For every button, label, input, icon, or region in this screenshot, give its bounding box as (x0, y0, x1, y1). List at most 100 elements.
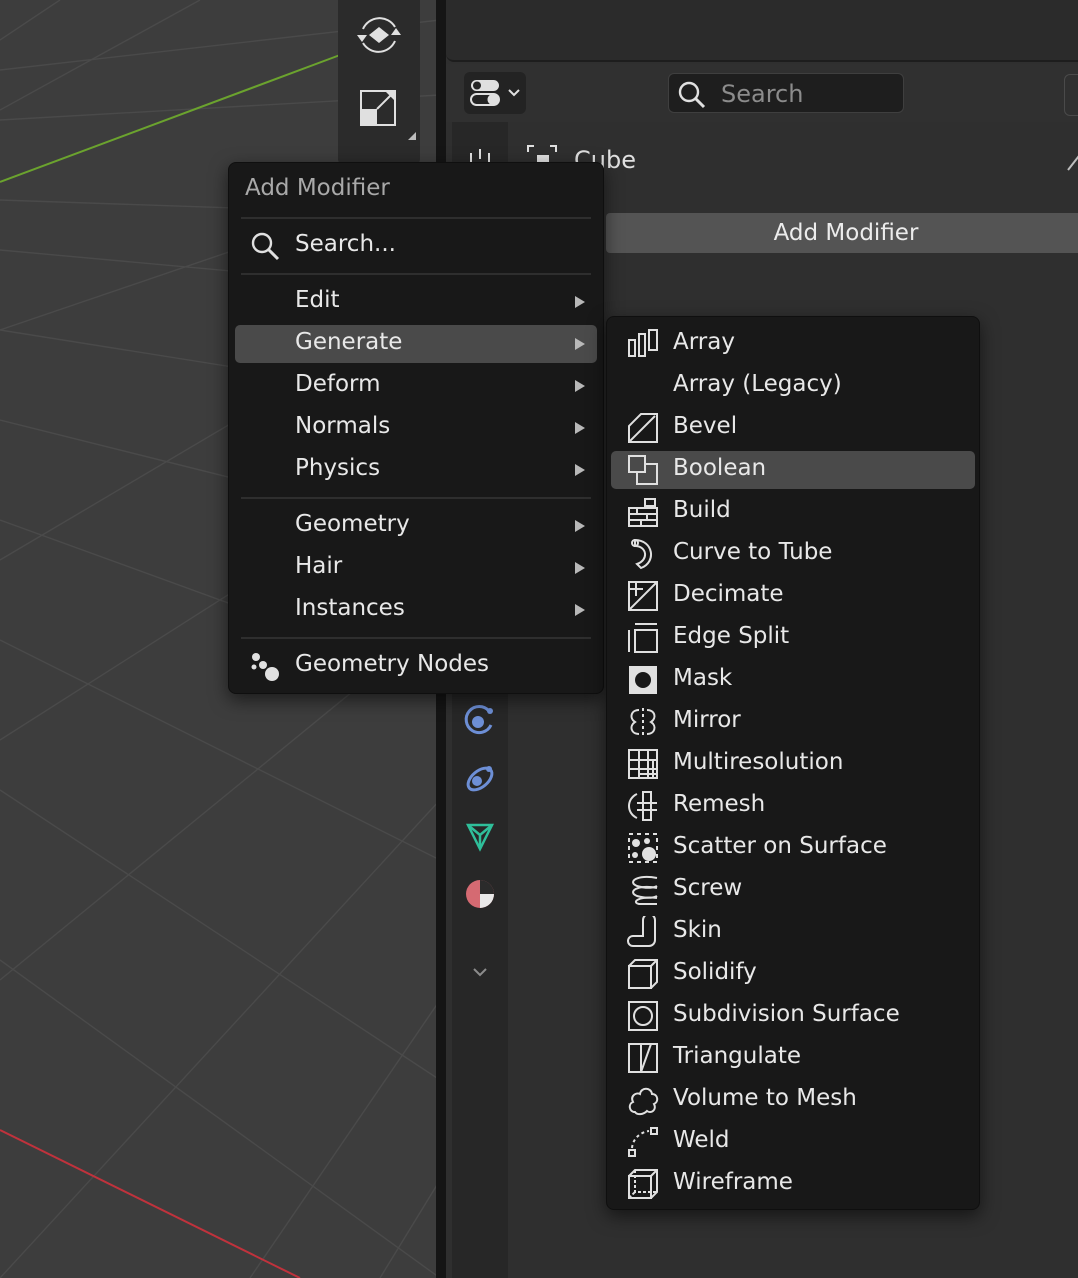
submenu-arrow-icon (575, 380, 585, 392)
scatter-icon (628, 833, 658, 863)
submenu-arrow-icon (575, 338, 585, 350)
modifier-skin[interactable]: Skin (611, 913, 975, 951)
menu-item-label: Generate (295, 329, 403, 355)
modifier-array-legacy[interactable]: Array (Legacy) (611, 367, 975, 405)
modifier-triangulate[interactable]: Triangulate (611, 1039, 975, 1077)
modifier-mirror[interactable]: Mirror (611, 703, 975, 741)
menu-item-deform[interactable]: Deform (235, 367, 597, 405)
menu-item-edit[interactable]: Edit (235, 283, 597, 321)
skin-icon (627, 916, 656, 947)
menu-item-instances[interactable]: Instances (235, 591, 597, 629)
properties-header (446, 64, 1078, 122)
mirror-icon (630, 708, 656, 736)
menu-item-normals[interactable]: Normals (235, 409, 597, 447)
modifier-array[interactable]: Array (611, 325, 975, 363)
properties-editor-icon (470, 80, 500, 106)
modifier-label: Boolean (673, 455, 767, 481)
header-options-button[interactable] (1064, 74, 1078, 116)
menu-item-label: Physics (295, 455, 381, 481)
modifier-label: Remesh (673, 791, 766, 817)
submenu-arrow-icon (575, 562, 585, 574)
toolbar-expand-icon[interactable] (408, 132, 416, 140)
submenu-arrow-icon (575, 464, 585, 476)
search-icon (678, 81, 706, 109)
modifier-label: Wireframe (673, 1169, 793, 1195)
modifier-label: Mask (673, 665, 733, 691)
rotate-tool-icon[interactable] (346, 2, 412, 68)
modifier-weld[interactable]: Weld (611, 1123, 975, 1161)
physics-icon (464, 705, 493, 735)
modifier-screw[interactable]: Screw (611, 871, 975, 909)
menu-title: Add Modifier (245, 175, 390, 201)
modifier-label: Build (673, 497, 731, 523)
geometry-nodes-icon (251, 653, 279, 681)
tabs-expand[interactable] (460, 952, 500, 992)
menu-item-label: Hair (295, 553, 343, 579)
menu-search[interactable]: Search... (235, 227, 597, 265)
modifier-remesh[interactable]: Remesh (611, 787, 975, 825)
decimate-icon (628, 581, 658, 611)
volume-to-mesh-icon (628, 1087, 659, 1116)
modifier-subdivision-surface[interactable]: Subdivision Surface (611, 997, 975, 1035)
menu-search-label: Search... (295, 231, 396, 257)
modifier-label: Triangulate (673, 1043, 802, 1069)
menu-item-label: Geometry Nodes (295, 651, 490, 677)
modifier-label: Scatter on Surface (673, 833, 887, 859)
scale-tool-icon[interactable] (346, 74, 412, 140)
menu-item-geometry-nodes[interactable]: Geometry Nodes (235, 647, 597, 685)
menu-item-geometry[interactable]: Geometry (235, 507, 597, 545)
menu-item-hair[interactable]: Hair (235, 549, 597, 587)
tab-material[interactable] (460, 874, 500, 914)
modifier-boolean[interactable]: Boolean (611, 451, 975, 489)
modifier-label: Curve to Tube (673, 539, 833, 565)
menu-separator (241, 217, 591, 219)
modifier-build[interactable]: Build (611, 493, 975, 531)
modifier-edge-split[interactable]: Edge Split (611, 619, 975, 657)
menu-separator (241, 273, 591, 275)
search-input[interactable] (719, 77, 899, 111)
modifier-bevel[interactable]: Bevel (611, 409, 975, 447)
menu-item-physics[interactable]: Physics (235, 451, 597, 489)
properties-search[interactable] (668, 73, 904, 113)
modifier-label: Solidify (673, 959, 757, 985)
submenu-arrow-icon (575, 520, 585, 532)
mesh-data-icon (465, 823, 495, 852)
screw-icon (632, 876, 658, 905)
modifier-label: Subdivision Surface (673, 1001, 900, 1027)
menu-item-generate[interactable]: Generate (235, 325, 597, 363)
viewport-toolbar (338, 0, 420, 165)
build-icon (628, 498, 658, 527)
menu-item-label: Deform (295, 371, 381, 397)
add-modifier-button[interactable]: Add Modifier (606, 213, 1078, 253)
edge-split-icon (628, 623, 658, 653)
tab-constraints[interactable] (460, 758, 500, 798)
menu-separator (241, 637, 591, 639)
menu-separator (241, 497, 591, 499)
material-icon (466, 880, 494, 908)
multiresolution-icon (628, 749, 658, 779)
modifier-label: Skin (673, 917, 722, 943)
modifier-volume-to-mesh[interactable]: Volume to Mesh (611, 1081, 975, 1119)
add-modifier-menu: Add Modifier Search... Edit Generate Def… (228, 162, 604, 694)
pin-icon[interactable] (1064, 148, 1078, 174)
menu-item-label: Instances (295, 595, 405, 621)
weld-icon (628, 1127, 658, 1157)
menu-item-label: Geometry (295, 511, 410, 537)
editor-type-button[interactable] (464, 72, 526, 114)
modifier-wireframe[interactable]: Wireframe (611, 1165, 975, 1203)
modifier-curve-to-tube[interactable]: Curve to Tube (611, 535, 975, 573)
tab-data[interactable] (460, 816, 500, 856)
bevel-icon (628, 413, 658, 443)
solidify-icon (628, 959, 658, 989)
chevron-down-icon (508, 89, 520, 97)
modifier-solidify[interactable]: Solidify (611, 955, 975, 993)
modifier-multiresolution[interactable]: Multiresolution (611, 745, 975, 783)
wireframe-icon (628, 1169, 658, 1199)
submenu-arrow-icon (575, 422, 585, 434)
modifier-scatter-on-surface[interactable]: Scatter on Surface (611, 829, 975, 867)
modifier-mask[interactable]: Mask (611, 661, 975, 699)
curve-to-tube-icon (631, 538, 652, 570)
tab-physics[interactable] (460, 700, 500, 740)
subdivision-surface-icon (628, 1001, 658, 1031)
modifier-decimate[interactable]: Decimate (611, 577, 975, 615)
